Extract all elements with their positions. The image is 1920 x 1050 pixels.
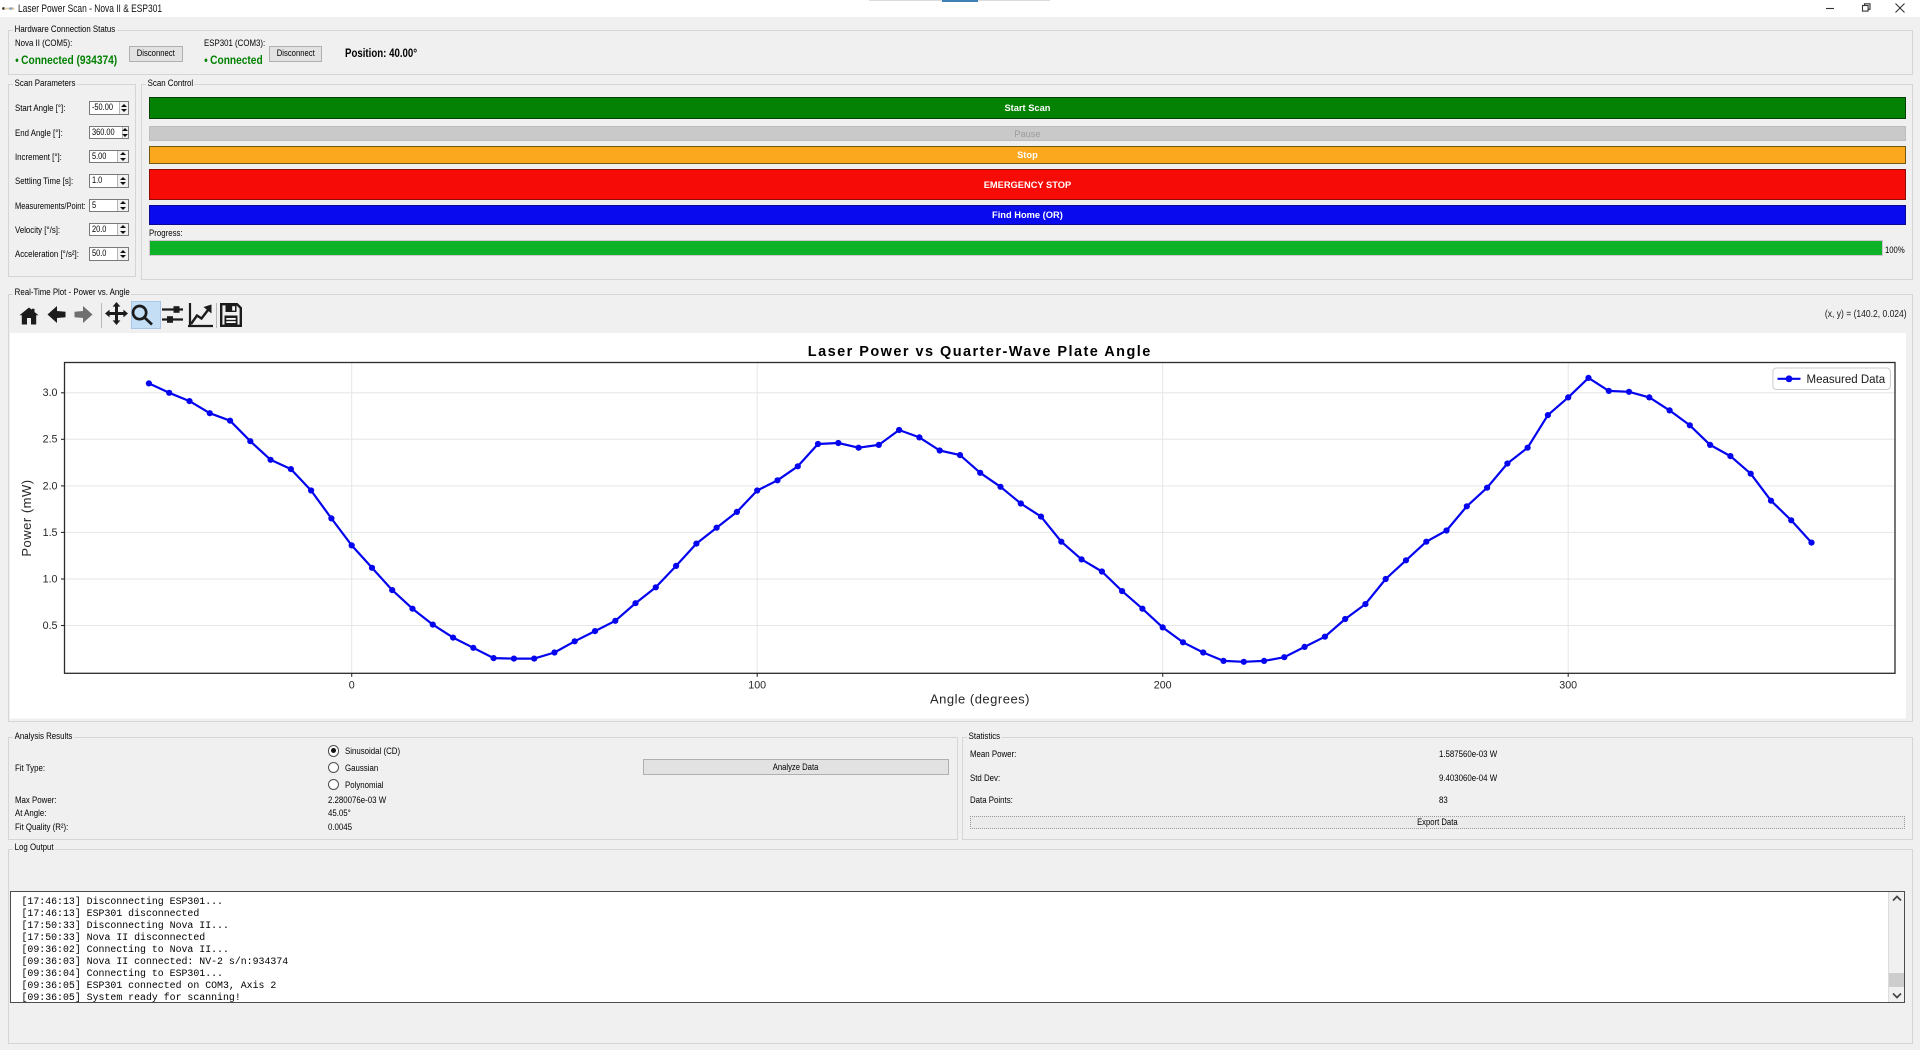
svg-text:1.5: 1.5 xyxy=(43,527,58,539)
svg-text:Measured Data: Measured Data xyxy=(1807,374,1886,386)
svg-text:300: 300 xyxy=(1559,680,1577,692)
svg-text:2.5: 2.5 xyxy=(43,434,58,446)
svg-text:100: 100 xyxy=(748,680,766,692)
svg-text:3.0: 3.0 xyxy=(43,387,58,399)
svg-text:2.0: 2.0 xyxy=(43,480,58,492)
svg-text:0: 0 xyxy=(349,680,355,692)
svg-text:0.5: 0.5 xyxy=(43,620,58,632)
svg-text:1.0: 1.0 xyxy=(43,573,58,585)
svg-text:200: 200 xyxy=(1154,680,1172,692)
svg-text:Power (mW): Power (mW) xyxy=(19,479,34,556)
svg-text:Laser Power vs Quarter-Wave Pl: Laser Power vs Quarter-Wave Plate Angle xyxy=(808,344,1152,360)
svg-text:Angle (degrees): Angle (degrees) xyxy=(930,692,1030,707)
